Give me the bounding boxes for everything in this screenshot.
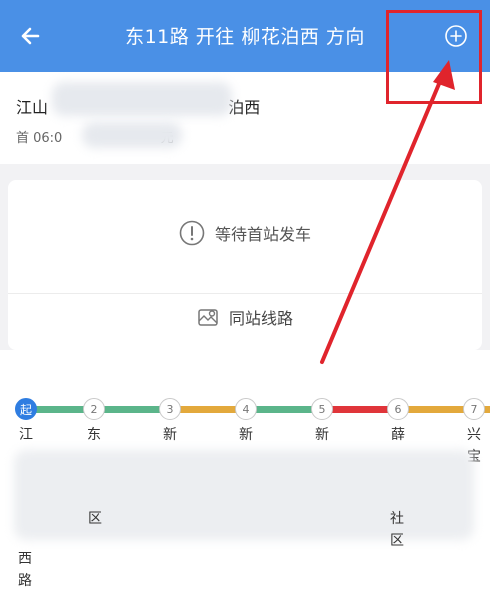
annotation-arrow [320,60,455,364]
